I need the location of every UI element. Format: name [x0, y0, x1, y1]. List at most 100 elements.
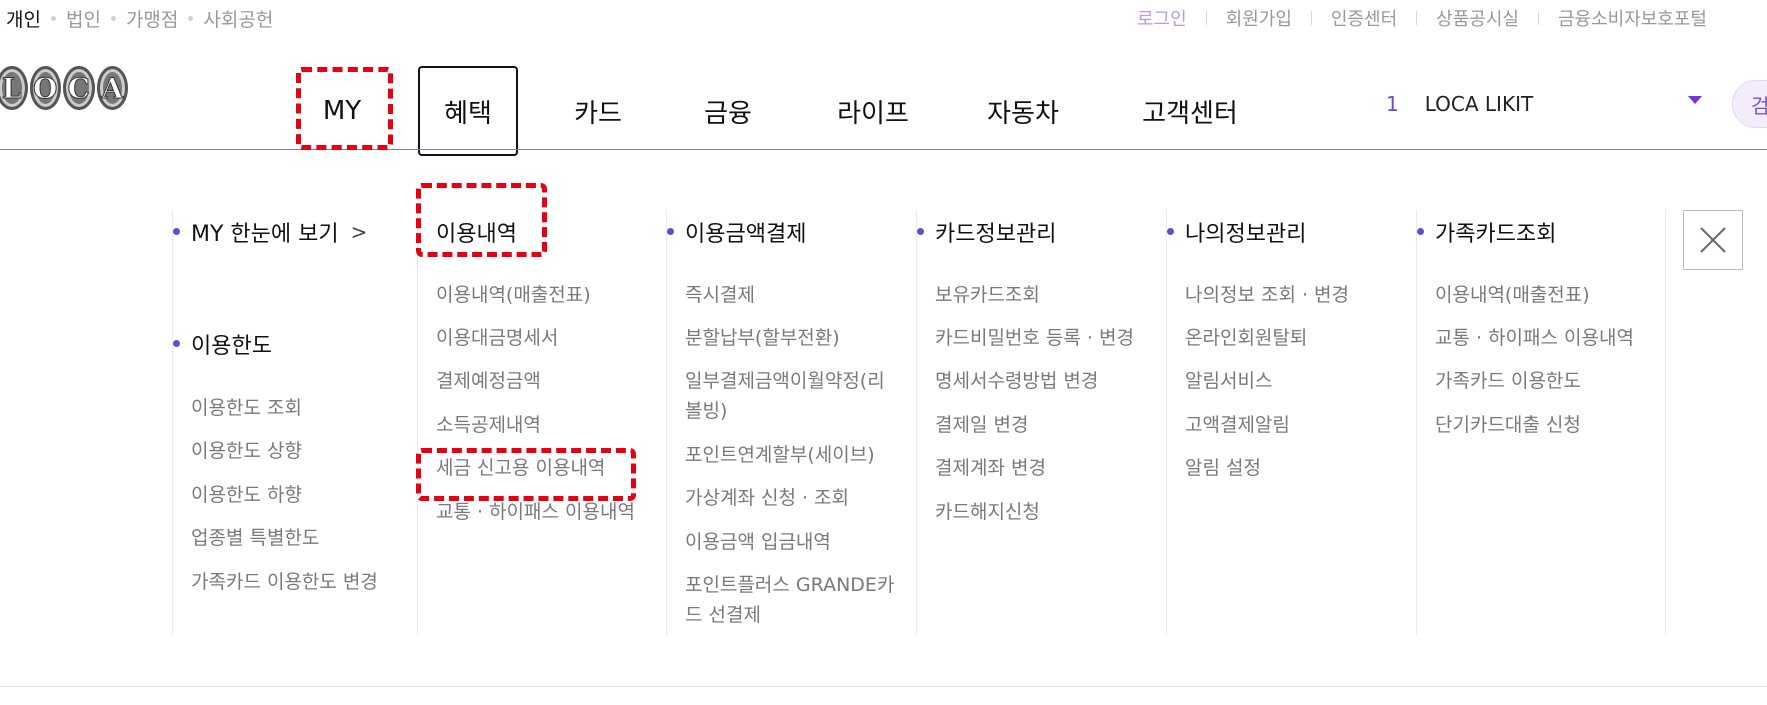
- nav-finance[interactable]: 금융: [678, 66, 778, 156]
- nav-benefits[interactable]: 혜택: [418, 66, 518, 156]
- menu-item[interactable]: 교통 · 하이패스 이용내역: [1435, 323, 1634, 353]
- menu-heading-my-overview[interactable]: MY 한눈에 보기 >: [173, 216, 368, 248]
- menu-item[interactable]: 고액결제알림: [1185, 410, 1290, 440]
- menu-column-family-card: 가족카드조회 이용내역(매출전표) 교통 · 하이패스 이용내역 가족카드 이용…: [1416, 210, 1666, 635]
- menu-item[interactable]: 알림 설정: [1185, 453, 1261, 483]
- menu-heading-payment[interactable]: 이용금액결제: [667, 216, 807, 248]
- top-bar: 개인 법인 가맹점 사회공헌 로그인 회원가입 인증센터 상품공시실 금융소비자…: [0, 0, 1767, 34]
- menu-item[interactable]: 포인트플러스 GRANDE카드 선결제: [685, 570, 895, 630]
- heading-label: 이용금액결제: [685, 222, 807, 247]
- menu-item[interactable]: 가상계좌 신청 · 조회: [685, 483, 849, 513]
- chevron-right-icon: >: [350, 220, 368, 244]
- segment-personal[interactable]: 개인: [6, 5, 41, 32]
- menu-item[interactable]: 온라인회원탈퇴: [1185, 323, 1307, 353]
- heading-label: 나의정보관리: [1185, 222, 1307, 247]
- menu-item[interactable]: 이용한도 조회: [191, 393, 302, 423]
- menu-item[interactable]: 즉시결제: [685, 280, 755, 310]
- segment-corporate[interactable]: 법인: [66, 5, 101, 32]
- menu-item[interactable]: 업종별 특별한도: [191, 523, 319, 553]
- menu-column-my-info: 나의정보관리 나의정보 조회 · 변경 온라인회원탈퇴 알림서비스 고액결제알림…: [1166, 210, 1416, 635]
- menu-item[interactable]: 교통 · 하이패스 이용내역: [436, 497, 635, 527]
- menu-item[interactable]: 가족카드 이용한도: [1435, 366, 1581, 396]
- menu-column-my: MY 한눈에 보기 > 이용한도 이용한도 조회 이용한도 상향 이용한도 하향…: [172, 210, 417, 635]
- menu-item[interactable]: 나의정보 조회 · 변경: [1185, 280, 1349, 310]
- menu-item[interactable]: 일부결제금액이월약정(리볼빙): [685, 366, 895, 426]
- menu-item[interactable]: 이용한도 하향: [191, 480, 302, 510]
- menu-item[interactable]: 이용금액 입금내역: [685, 527, 831, 557]
- menu-item[interactable]: 결제계좌 변경: [935, 453, 1046, 483]
- divider: [1416, 11, 1418, 25]
- nav-my[interactable]: MY: [292, 66, 392, 156]
- nav-life[interactable]: 라이프: [818, 66, 928, 156]
- card-selector-dropdown[interactable]: 1 LOCA LIKIT: [1386, 84, 1702, 124]
- dot-separator: [110, 16, 116, 21]
- menu-item[interactable]: 결제일 변경: [935, 410, 1028, 440]
- certificate-center-link[interactable]: 인증센터: [1331, 5, 1397, 31]
- main-header: L O C A MY 혜택 카드 금융 라이프 자동차 고객센터 1 LOCA …: [0, 54, 1767, 156]
- divider: [1205, 11, 1207, 25]
- consumer-protection-link[interactable]: 금융소비자보호포털: [1558, 5, 1707, 31]
- menu-heading-family-card[interactable]: 가족카드조회: [1417, 216, 1557, 248]
- close-menu-button[interactable]: [1683, 210, 1743, 270]
- menu-item[interactable]: 이용대금명세서: [436, 323, 558, 353]
- product-disclosure-link[interactable]: 상품공시실: [1436, 5, 1519, 31]
- menu-item-tax-report-history[interactable]: 세금 신고용 이용내역: [436, 453, 605, 483]
- segment-social[interactable]: 사회공헌: [203, 5, 273, 32]
- dot-separator: [188, 16, 194, 21]
- divider: [1537, 11, 1539, 25]
- logo-letter: O: [29, 66, 61, 110]
- nav-card[interactable]: 카드: [548, 66, 648, 156]
- logo-letter: L: [0, 66, 28, 110]
- mega-menu: MY 한눈에 보기 > 이용한도 이용한도 조회 이용한도 상향 이용한도 하향…: [0, 150, 1767, 687]
- bullet-dot: [1417, 228, 1424, 235]
- bullet-dot: [917, 228, 924, 235]
- menu-item[interactable]: 포인트연계할부(세이브): [685, 440, 875, 470]
- nav-car[interactable]: 자동차: [968, 66, 1078, 156]
- logo-letter: C: [63, 66, 95, 110]
- utility-links: 로그인 회원가입 인증센터 상품공시실 금융소비자보호포털: [1137, 5, 1707, 31]
- menu-item[interactable]: 소득공제내역: [436, 410, 541, 440]
- menu-item[interactable]: 명세서수령방법 변경: [935, 366, 1098, 396]
- card-name: LOCA LIKIT: [1424, 92, 1534, 116]
- dot-separator: [50, 16, 56, 21]
- menu-item[interactable]: 카드해지신청: [935, 497, 1040, 527]
- customer-segment-tabs: 개인 법인 가맹점 사회공헌: [6, 5, 273, 32]
- menu-bottom-divider: [0, 686, 1767, 687]
- menu-column-usage-history: 이용내역 이용내역(매출전표) 이용대금명세서 결제예정금액 소득공제내역 세금…: [417, 210, 666, 635]
- segment-merchant[interactable]: 가맹점: [126, 5, 178, 32]
- heading-label: 가족카드조회: [1435, 222, 1557, 247]
- menu-column-card-info: 카드정보관리 보유카드조회 카드비밀번호 등록 · 변경 명세서수령방법 변경 …: [916, 210, 1166, 635]
- menu-item[interactable]: 보유카드조회: [935, 280, 1040, 310]
- logo-letter: A: [96, 66, 128, 110]
- bullet-dot: [667, 228, 674, 235]
- menu-item[interactable]: 알림서비스: [1185, 366, 1272, 396]
- menu-item[interactable]: 이용내역(매출전표): [1435, 280, 1590, 310]
- heading-label: 카드정보관리: [935, 222, 1057, 247]
- divider: [1310, 11, 1312, 25]
- menu-item[interactable]: 분할납부(할부전환): [685, 323, 840, 353]
- menu-heading-usage-history[interactable]: 이용내역: [436, 216, 517, 248]
- menu-item[interactable]: 카드비밀번호 등록 · 변경: [935, 323, 1134, 353]
- nav-customer-center[interactable]: 고객센터: [1130, 66, 1250, 156]
- loca-logo[interactable]: L O C A: [0, 66, 128, 112]
- caret-down-icon: [1688, 96, 1702, 104]
- card-index: 1: [1386, 92, 1399, 116]
- menu-item[interactable]: 이용한도 상향: [191, 436, 302, 466]
- heading-label: 이용내역: [436, 222, 517, 247]
- signup-link[interactable]: 회원가입: [1226, 5, 1292, 31]
- heading-label: 이용한도: [191, 334, 272, 359]
- bullet-dot: [173, 340, 180, 347]
- bullet-dot: [173, 228, 180, 235]
- bullet-dot: [1167, 228, 1174, 235]
- menu-heading-my-info[interactable]: 나의정보관리: [1167, 216, 1307, 248]
- menu-heading-usage-limit[interactable]: 이용한도: [173, 328, 272, 360]
- menu-column-payment: 이용금액결제 즉시결제 분할납부(할부전환) 일부결제금액이월약정(리볼빙) 포…: [666, 210, 916, 635]
- menu-item[interactable]: 단기카드대출 신청: [1435, 410, 1581, 440]
- menu-item[interactable]: 가족카드 이용한도 변경: [191, 567, 378, 597]
- search-button[interactable]: 검: [1732, 80, 1767, 128]
- menu-item[interactable]: 이용내역(매출전표): [436, 280, 591, 310]
- login-link[interactable]: 로그인: [1137, 5, 1187, 31]
- menu-heading-card-info[interactable]: 카드정보관리: [917, 216, 1057, 248]
- heading-label: MY 한눈에 보기: [191, 222, 339, 247]
- menu-item[interactable]: 결제예정금액: [436, 366, 541, 396]
